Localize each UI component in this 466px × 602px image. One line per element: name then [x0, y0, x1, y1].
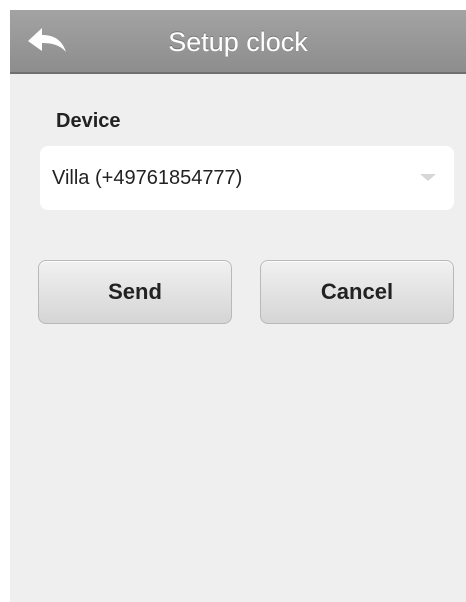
device-select-value: Villa (+49761854777) — [52, 167, 243, 189]
device-label: Device — [56, 110, 121, 132]
cancel-button[interactable]: Cancel — [260, 260, 454, 324]
send-button[interactable]: Send — [38, 260, 232, 324]
chevron-down-icon — [420, 174, 436, 181]
page-title: Setup clock — [168, 27, 308, 57]
device-select[interactable]: Villa (+49761854777) — [40, 146, 454, 210]
header-bar: Setup clock — [10, 10, 466, 74]
app-screen: Setup clock Device Villa (+49761854777) … — [10, 10, 466, 602]
